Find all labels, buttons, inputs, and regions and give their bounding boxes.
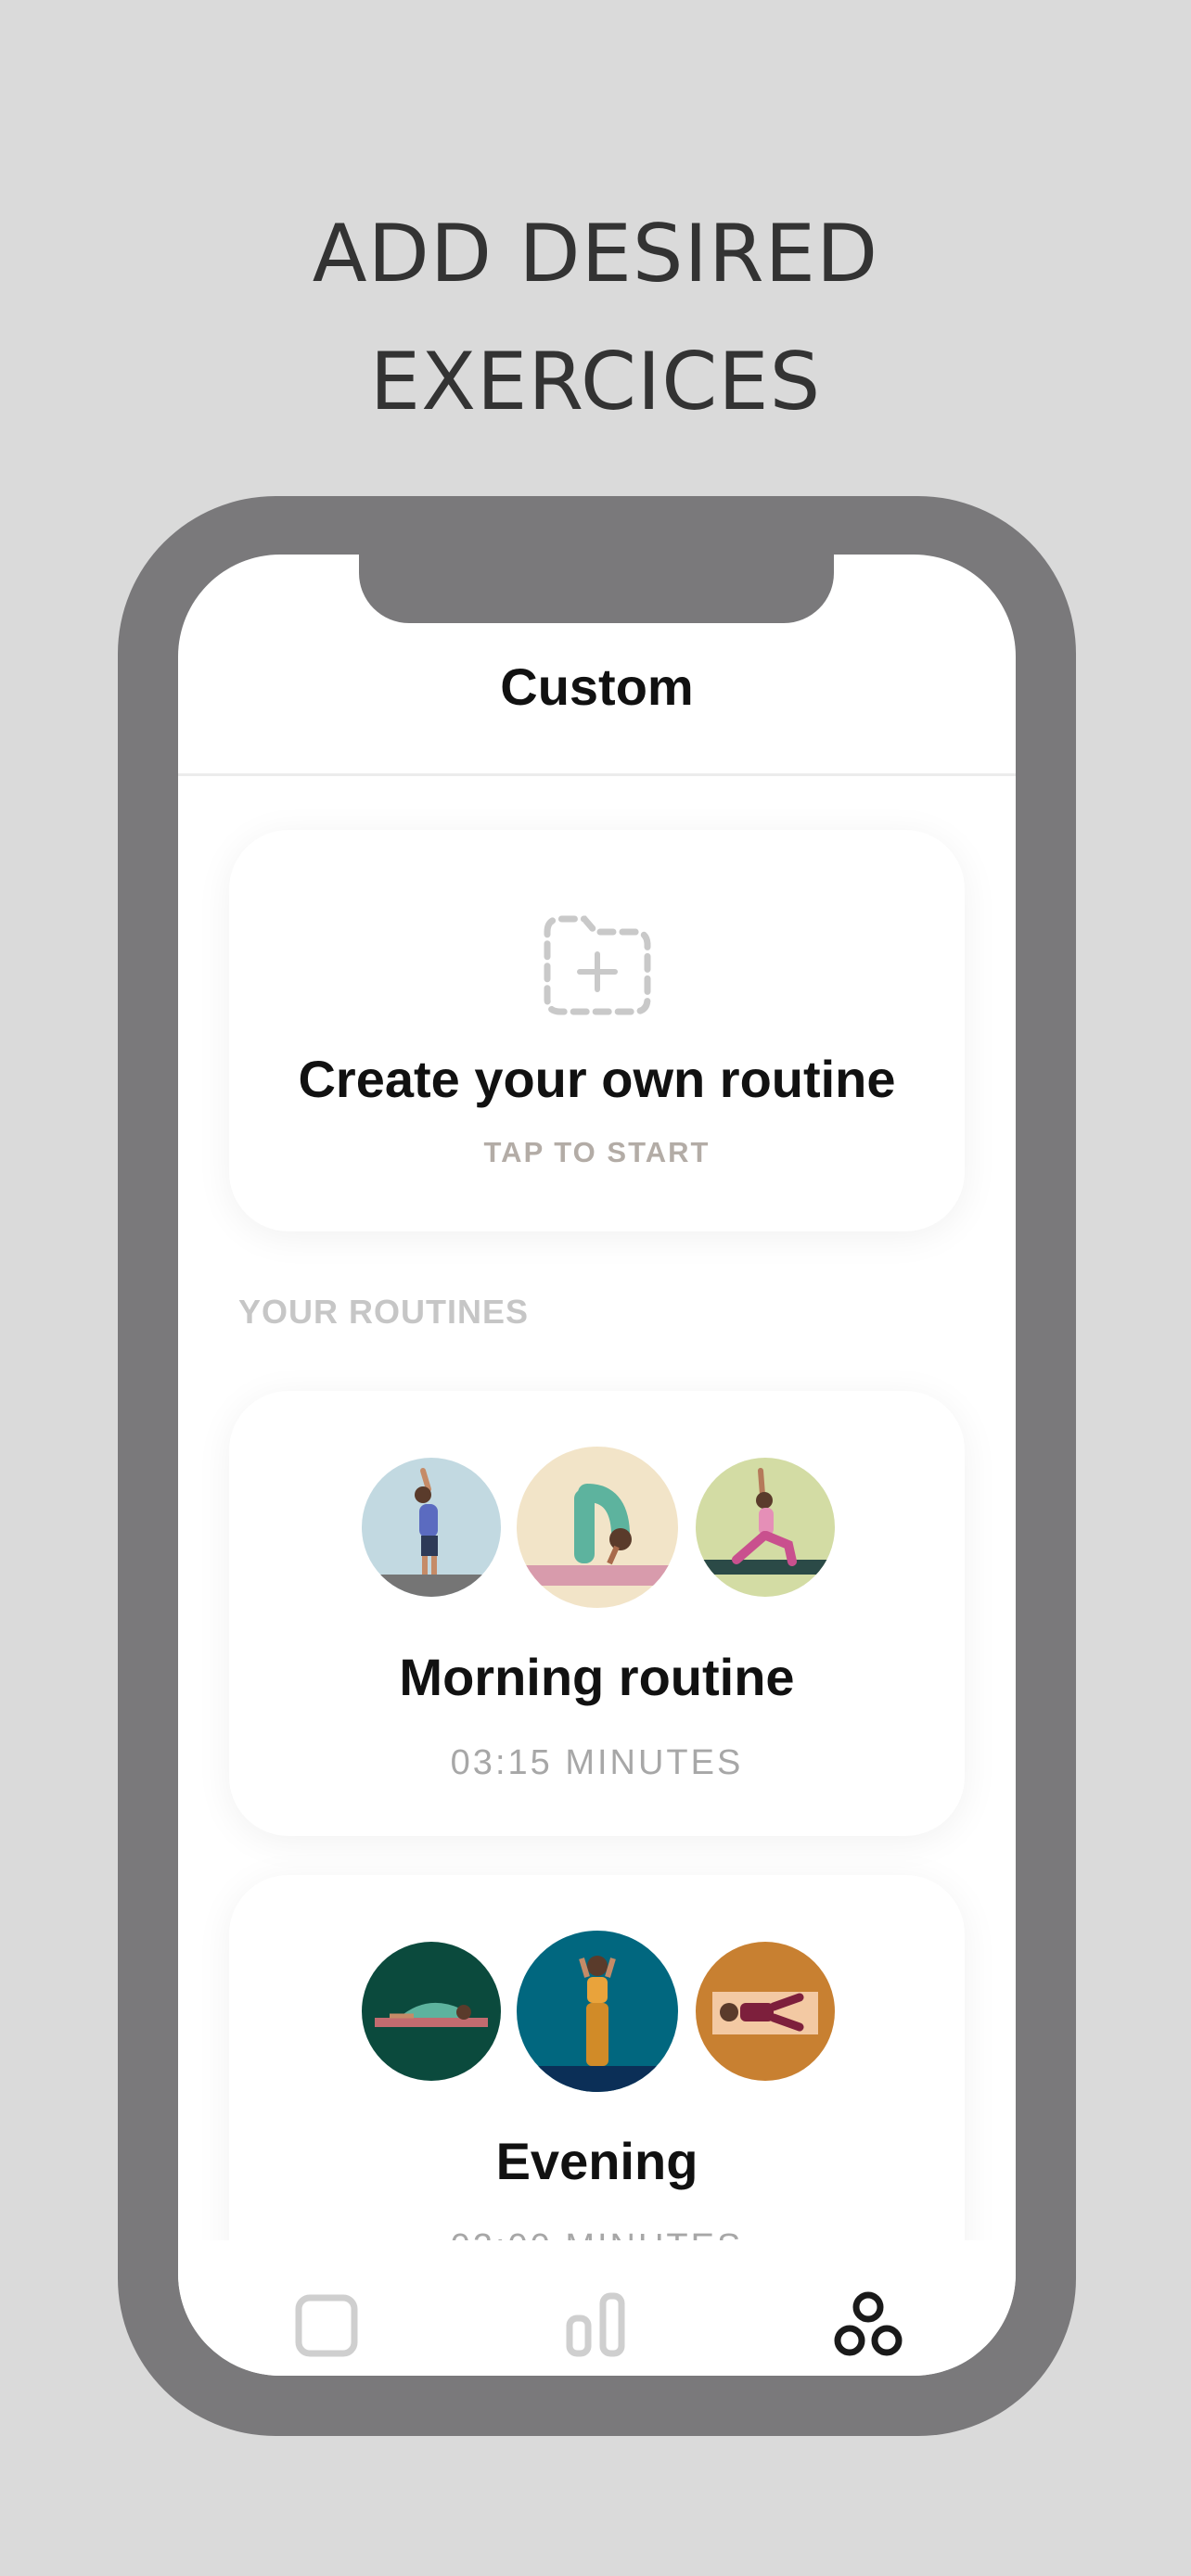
custom-routines-icon[interactable] — [831, 2287, 905, 2361]
header-divider — [178, 773, 1016, 776]
section-label: YOUR ROUTINES — [238, 1293, 530, 1331]
folder-plus-icon — [544, 915, 651, 1015]
square-icon[interactable] — [289, 2287, 364, 2361]
create-routine-card[interactable]: Create your own routine TAP TO START — [229, 830, 965, 1231]
standing-stretch-thumbnail — [362, 1458, 501, 1597]
routine-card-morning[interactable]: Morning routine 03:15 MINUTES — [229, 1391, 965, 1836]
create-routine-title: Create your own routine — [298, 1050, 896, 1108]
headline: ADD DESIRED EXERCICES — [0, 190, 1191, 446]
stats-icon[interactable] — [560, 2287, 634, 2361]
child-pose-thumbnail — [362, 1942, 501, 2081]
routine-title: Morning routine — [399, 1648, 795, 1706]
lunge-thumbnail — [696, 1458, 835, 1597]
routine-title: Evening — [495, 2132, 698, 2190]
phone-screen: Custom Create your own routine TAP TO ST… — [178, 555, 1016, 2376]
reclined-pose-thumbnail — [696, 1942, 835, 2081]
headline-line-2: EXERCICES — [369, 336, 822, 428]
headline-line-1: ADD DESIRED — [312, 208, 879, 300]
create-routine-subtitle: TAP TO START — [483, 1136, 711, 1168]
phone-notch — [359, 555, 834, 623]
page-title: Custom — [500, 657, 694, 716]
routine-duration: 03:15 MINUTES — [450, 1743, 744, 1782]
forward-fold-thumbnail — [517, 1447, 678, 1608]
tab-bar — [178, 2240, 1016, 2376]
standing-pose-thumbnail — [517, 1931, 678, 2092]
